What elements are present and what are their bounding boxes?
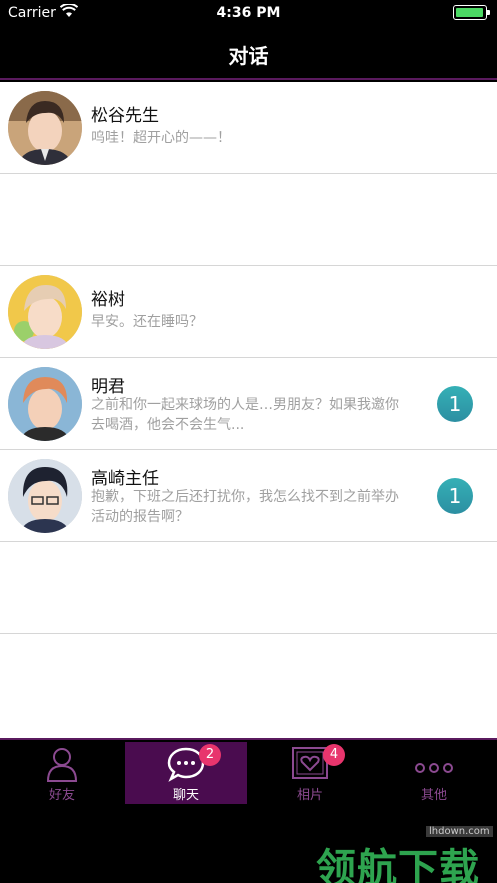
- tab-chat[interactable]: 2 聊天: [125, 742, 247, 804]
- tab-friends[interactable]: 好友: [1, 742, 123, 804]
- person-icon: [42, 746, 82, 782]
- last-message: 早安。还在睡吗？: [91, 314, 203, 330]
- contact-name: 裕树: [91, 290, 125, 310]
- last-message: 呜哇！超开心的——！: [91, 130, 231, 146]
- tab-photos[interactable]: 4 相片: [249, 742, 371, 804]
- tab-badge: 2: [199, 744, 221, 766]
- home-indicator-area: lhdown.com 领航下载: [0, 806, 497, 883]
- page-title: 对话: [228, 44, 269, 68]
- avatar: [8, 367, 82, 441]
- tab-label: 相片: [296, 788, 323, 803]
- last-message: 抱歉，下班之后还打扰你，我怎么找不到之前举办活动的报告啊？: [91, 489, 399, 525]
- avatar: [8, 91, 82, 165]
- tab-label: 其他: [420, 788, 447, 803]
- tab-label: 聊天: [172, 788, 199, 803]
- nav-bar: 对话: [0, 26, 497, 80]
- watermark-brand: 领航下载: [316, 846, 480, 883]
- empty-row: [0, 542, 497, 634]
- chat-row-takasaki[interactable]: 高崎主任 抱歉，下班之后还打扰你，我怎么找不到之前举办活动的报告啊？ 1: [0, 450, 497, 542]
- tab-badge: 4: [323, 744, 345, 766]
- tab-more[interactable]: 其他: [373, 742, 495, 804]
- unread-badge: 1: [437, 478, 473, 514]
- unread-badge: 1: [437, 386, 473, 422]
- tab-label: 好友: [48, 788, 75, 803]
- chat-row-yuki[interactable]: 裕树 早安。还在睡吗？: [0, 266, 497, 358]
- avatar: [8, 275, 82, 349]
- chat-list[interactable]: 松谷先生 呜哇！超开心的——！ 裕树 早安。还在睡吗？ 明君 之前和你一起来球场…: [0, 82, 497, 738]
- status-bar: Carrier 4:36 PM: [0, 0, 497, 26]
- tab-bar: 好友 2 聊天 4 相片 其他: [0, 738, 497, 806]
- last-message: 之前和你一起来球场的人是…男朋友？如果我邀你去喝酒，他会不会生气...: [91, 397, 399, 433]
- contact-name: 明君: [91, 377, 125, 397]
- empty-row: [0, 174, 497, 266]
- contact-name: 高崎主任: [91, 469, 159, 489]
- contact-name: 松谷先生: [91, 106, 159, 126]
- clock: 4:36 PM: [216, 5, 281, 21]
- avatar: [8, 459, 82, 533]
- chat-row-akira[interactable]: 明君 之前和你一起来球场的人是…男朋友？如果我邀你去喝酒，他会不会生气... 1: [0, 358, 497, 450]
- chat-row-matsutani[interactable]: 松谷先生 呜哇！超开心的——！: [0, 82, 497, 174]
- more-dots-icon: [414, 746, 454, 782]
- battery-icon: [453, 5, 490, 20]
